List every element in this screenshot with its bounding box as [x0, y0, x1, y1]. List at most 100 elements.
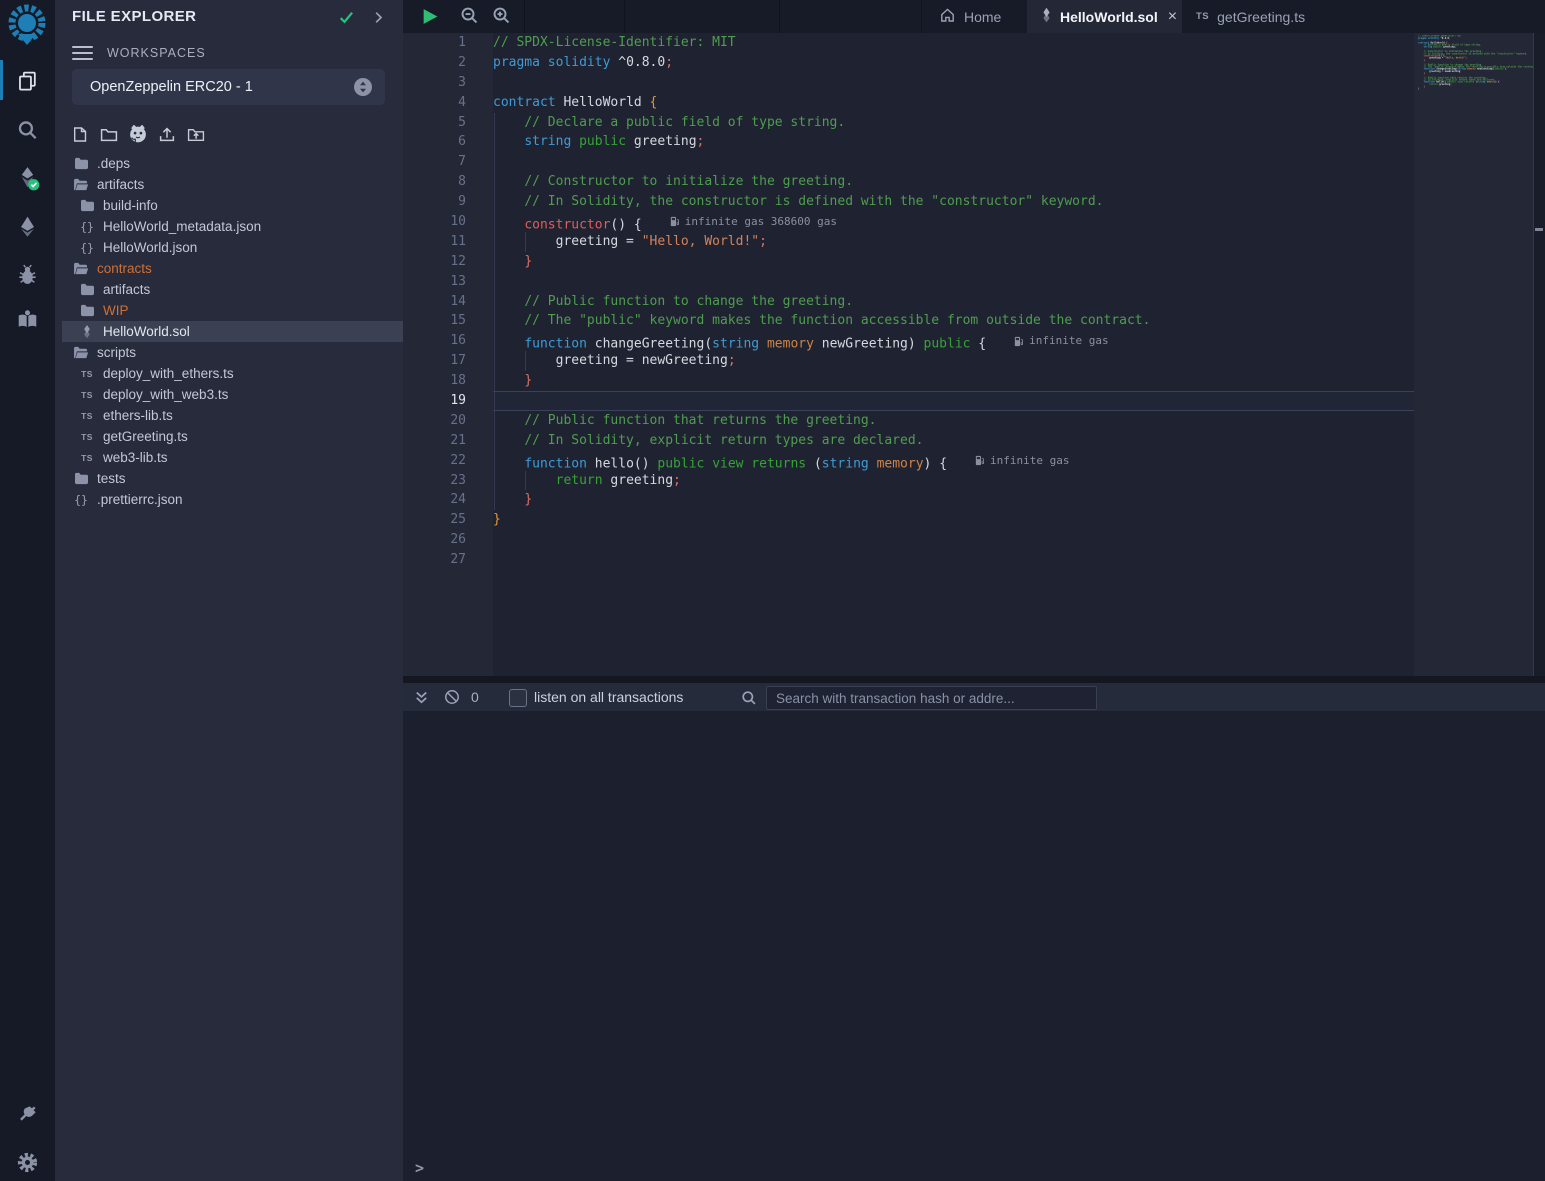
tree-item-ethers-lib.ts[interactable]: TSethers-lib.ts	[55, 405, 403, 426]
tree-item-label: .deps	[97, 156, 130, 171]
code-line-17[interactable]: greeting = newGreeting;	[493, 351, 1414, 371]
zoom-out-icon[interactable]	[460, 6, 481, 27]
code-line-26[interactable]	[493, 530, 1414, 550]
file-explorer-panel: FILE EXPLORER WORKSPACES OpenZeppelin ER…	[55, 0, 404, 1181]
terminal-resize-handle[interactable]	[403, 676, 1545, 683]
code-editor[interactable]: 1234567891011121314151617181920212223242…	[403, 33, 1545, 676]
code-line-20[interactable]: // Public function that returns the gree…	[493, 411, 1414, 431]
folder-open-icon	[72, 346, 90, 359]
code-line-22[interactable]: function hello() public view returns (st…	[493, 451, 1414, 471]
workspaces-menu-icon[interactable]	[72, 46, 93, 61]
code-line-19[interactable]	[493, 391, 1414, 411]
debugger-icon[interactable]	[0, 254, 55, 294]
line-number: 25	[403, 510, 493, 530]
tab-helloworld-sol[interactable]: HelloWorld.sol ×	[1027, 0, 1182, 33]
github-clone-icon[interactable]	[129, 124, 147, 144]
code-line-1[interactable]: // SPDX-License-Identifier: MIT	[493, 33, 1414, 53]
overview-ruler[interactable]	[1533, 33, 1545, 676]
tab-home[interactable]: Home	[927, 0, 1027, 33]
code-line-9[interactable]: // In Solidity, the constructor is defin…	[493, 192, 1414, 212]
code-line-3[interactable]	[493, 73, 1414, 93]
ts-icon: TS	[78, 432, 96, 442]
code-line-4[interactable]: contract HelloWorld {	[493, 93, 1414, 113]
solidity-compiler-icon[interactable]	[0, 158, 55, 198]
tree-item-web3-lib.ts[interactable]: TSweb3-lib.ts	[55, 447, 403, 468]
tree-item-artifacts[interactable]: artifacts	[55, 174, 403, 195]
tree-item-HelloWorld.json[interactable]: {}HelloWorld.json	[55, 237, 403, 258]
tree-item-artifacts[interactable]: artifacts	[55, 279, 403, 300]
code-line-27[interactable]	[493, 550, 1414, 570]
search-icon[interactable]	[0, 110, 55, 150]
tree-item-scripts[interactable]: scripts	[55, 342, 403, 363]
terminal-prompt: >	[415, 1159, 424, 1177]
upload-folder-icon[interactable]	[187, 124, 205, 144]
tree-item-.prettierrc.json[interactable]: {}.prettierrc.json	[55, 489, 403, 510]
folder-icon	[78, 199, 96, 212]
minimap[interactable]: // SPDX-License-Identifier: MITpragma so…	[1418, 35, 1536, 115]
ts-icon: TS	[78, 453, 96, 463]
code-line-15[interactable]: // The "public" keyword makes the functi…	[493, 311, 1414, 331]
tree-item-.deps[interactable]: .deps	[55, 153, 403, 174]
tree-item-deploy_with_web3.ts[interactable]: TSdeploy_with_web3.ts	[55, 384, 403, 405]
terminal-content[interactable]: >	[403, 711, 1545, 1181]
line-number: 3	[403, 73, 493, 93]
tree-item-WIP[interactable]: WIP	[55, 300, 403, 321]
code-line-8[interactable]: // Constructor to initialize the greetin…	[493, 172, 1414, 192]
code-line-13[interactable]	[493, 272, 1414, 292]
chevron-right-icon[interactable]	[372, 11, 385, 29]
line-number: 8	[403, 172, 493, 192]
remix-logo-icon[interactable]	[3, 2, 51, 50]
code-line-7[interactable]	[493, 152, 1414, 172]
new-folder-icon[interactable]	[100, 124, 118, 144]
transaction-search-input[interactable]	[766, 686, 1097, 710]
code-line-14[interactable]: // Public function to change the greetin…	[493, 292, 1414, 312]
line-number: 18	[403, 371, 493, 391]
new-file-icon[interactable]	[71, 124, 89, 144]
code-line-6[interactable]: string public greeting;	[493, 132, 1414, 152]
workspaces-label: WORKSPACES	[107, 46, 206, 60]
json-icon: {}	[78, 241, 96, 255]
line-number: 13	[403, 272, 493, 292]
plugin-manager-icon[interactable]	[0, 1094, 55, 1134]
line-number: 10	[403, 212, 493, 232]
code-line-25[interactable]: }	[493, 510, 1414, 530]
zoom-in-icon[interactable]	[492, 6, 513, 27]
close-tab-icon[interactable]: ×	[1168, 9, 1177, 25]
tree-item-deploy_with_ethers.ts[interactable]: TSdeploy_with_ethers.ts	[55, 363, 403, 384]
tree-item-tests[interactable]: tests	[55, 468, 403, 489]
settings-gear-icon[interactable]	[0, 1142, 55, 1181]
folder-icon	[78, 283, 96, 296]
code-line-18[interactable]: }	[493, 371, 1414, 391]
expand-terminal-icon[interactable]	[414, 690, 429, 710]
code-line-21[interactable]: // In Solidity, explicit return types ar…	[493, 431, 1414, 451]
code-line-10[interactable]: constructor() {infinite gas 368600 gas	[493, 212, 1414, 232]
tree-item-label: HelloWorld.sol	[103, 324, 190, 339]
listen-transactions-checkbox[interactable]	[509, 689, 527, 707]
code-line-5[interactable]: // Declare a public field of type string…	[493, 113, 1414, 133]
deploy-run-icon[interactable]	[0, 206, 55, 246]
tab-getgreeting-ts[interactable]: TS getGreeting.ts	[1182, 0, 1324, 33]
ts-icon: TS	[78, 390, 96, 400]
publish-gist-icon[interactable]	[158, 124, 176, 144]
remix-ide-window: FILE EXPLORER WORKSPACES OpenZeppelin ER…	[0, 0, 1545, 1181]
code-line-2[interactable]: pragma solidity ^0.8.0;	[493, 53, 1414, 73]
check-icon[interactable]	[338, 10, 355, 30]
clear-console-icon[interactable]	[444, 689, 460, 710]
code-line-23[interactable]: return greeting;	[493, 471, 1414, 491]
workspace-select[interactable]: OpenZeppelin ERC20 - 1	[72, 69, 385, 105]
code-line-12[interactable]: }	[493, 252, 1414, 272]
tree-item-label: HelloWorld_metadata.json	[103, 219, 261, 234]
line-number: 23	[403, 471, 493, 491]
code-line-11[interactable]: greeting = "Hello, World!";	[493, 232, 1414, 252]
code-line-24[interactable]: }	[493, 490, 1414, 510]
run-script-icon[interactable]	[420, 7, 440, 26]
tree-item-HelloWorld_metadata.json[interactable]: {}HelloWorld_metadata.json	[55, 216, 403, 237]
tree-item-getGreeting.ts[interactable]: TSgetGreeting.ts	[55, 426, 403, 447]
file-tree: .depsartifactsbuild-info{}HelloWorld_met…	[55, 153, 403, 510]
tree-item-contracts[interactable]: contracts	[55, 258, 403, 279]
learn-book-icon[interactable]	[0, 299, 55, 339]
files-icon[interactable]	[0, 60, 55, 100]
code-line-16[interactable]: function changeGreeting(string memory ne…	[493, 331, 1414, 351]
tree-item-HelloWorld.sol[interactable]: HelloWorld.sol	[62, 321, 403, 342]
tree-item-build-info[interactable]: build-info	[55, 195, 403, 216]
